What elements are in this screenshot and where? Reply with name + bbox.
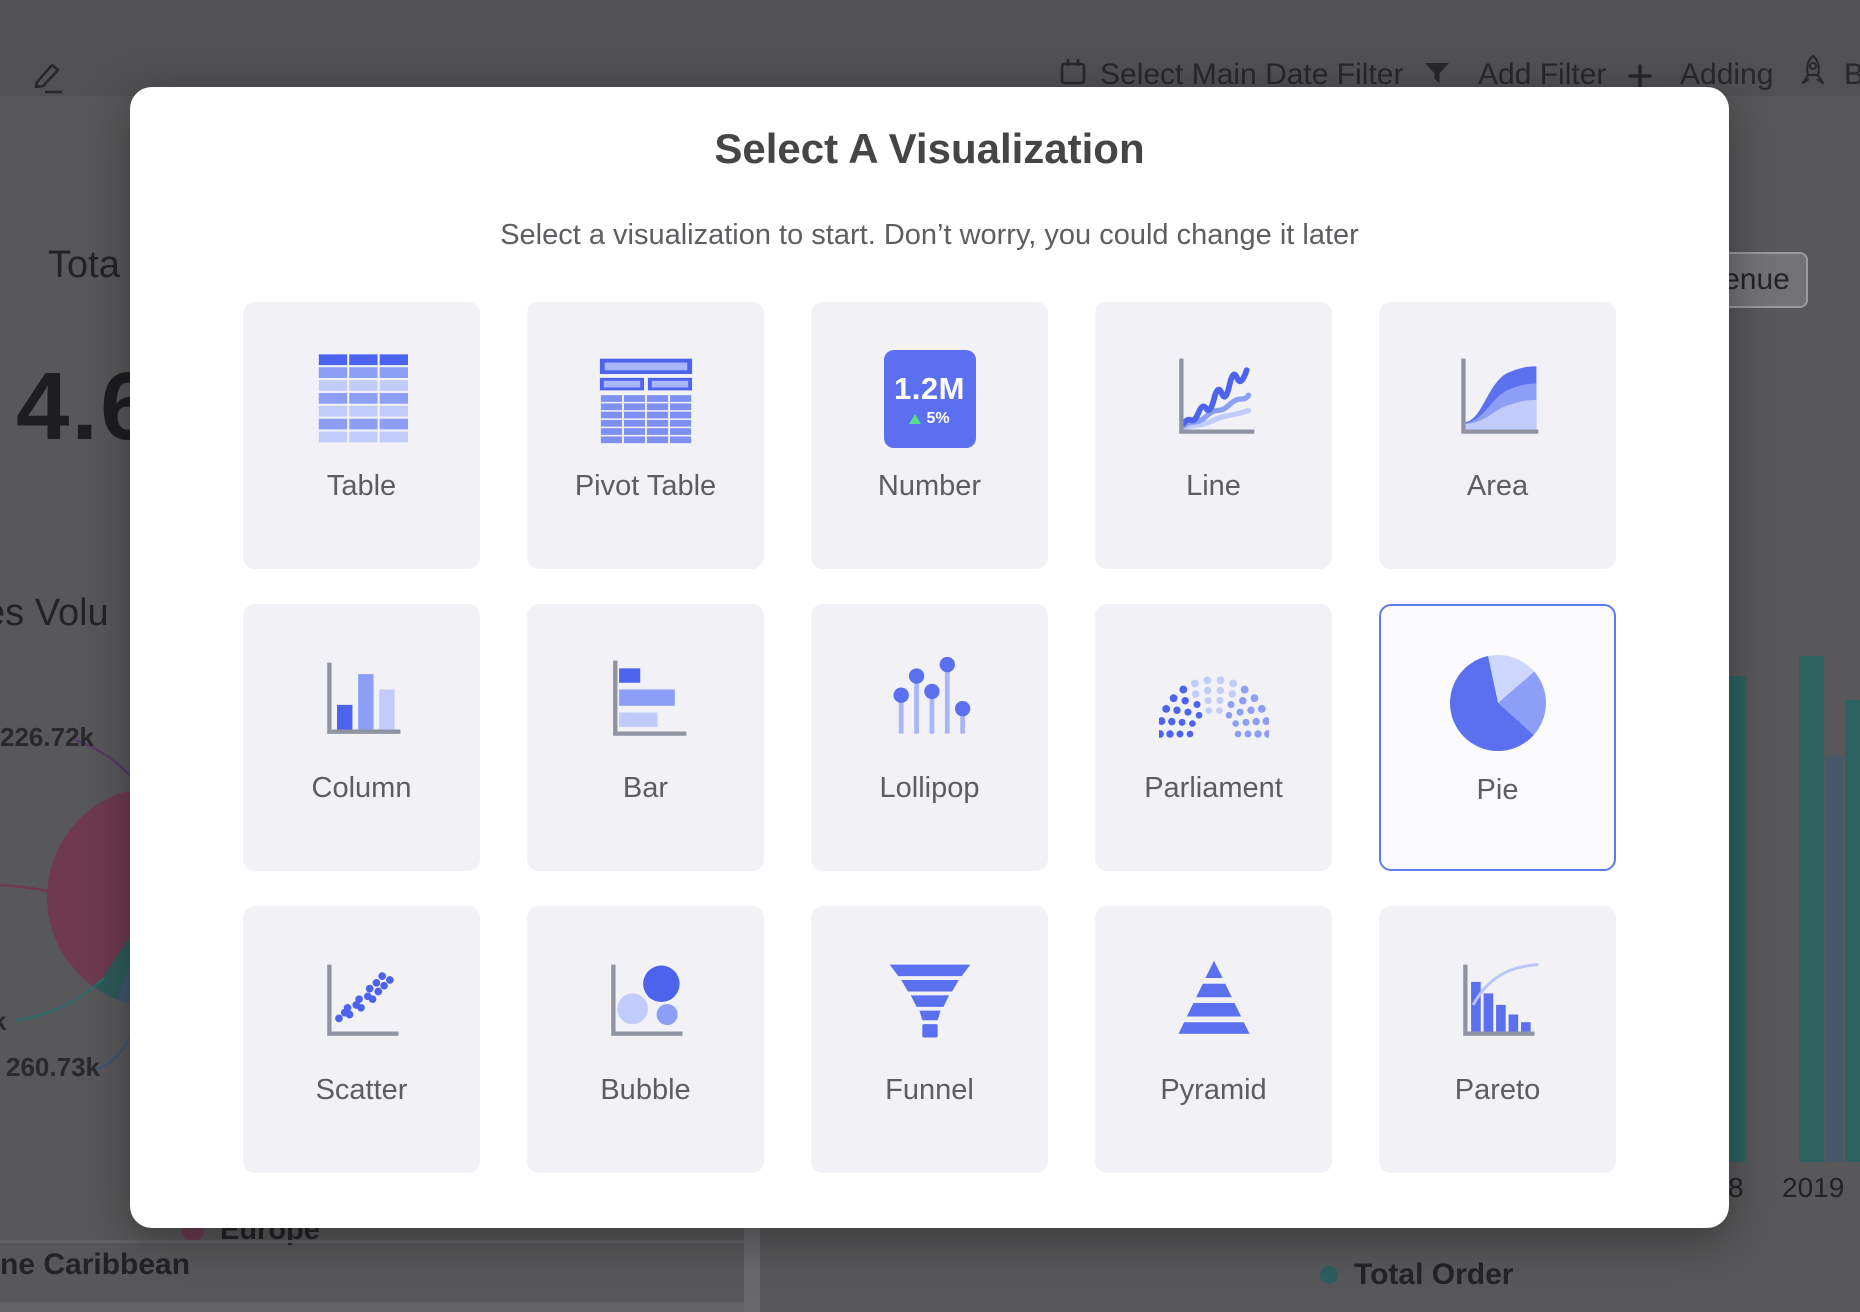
rocket-icon — [1798, 54, 1828, 88]
pie-slice-label-bottom: 260.73k — [6, 1052, 100, 1083]
viz-tile-label: Bar — [527, 772, 764, 805]
viz-tile-label: Pareto — [1379, 1074, 1616, 1107]
teal-bar — [1845, 700, 1860, 1162]
viz-tile-label: Line — [1095, 470, 1332, 503]
legend-label: ne Caribbean — [0, 1248, 190, 1282]
viz-tile-pie[interactable]: Pie — [1379, 604, 1616, 871]
viz-tile-label: Number — [811, 470, 1048, 503]
viz-tile-label: Scatter — [243, 1074, 480, 1107]
legend-item-total-order[interactable]: Total Order — [1320, 1258, 1513, 1292]
pareto-chart-icon — [1379, 948, 1616, 1058]
viz-tile-label: Bubble — [527, 1074, 764, 1107]
viz-tile-table[interactable]: Table — [243, 302, 480, 569]
line-chart-icon — [1095, 344, 1332, 454]
legend-label: Total Order — [1354, 1258, 1513, 1292]
column-chart-icon — [243, 646, 480, 756]
plus-icon — [1628, 64, 1652, 88]
number-icon: 1.2M 5% — [811, 344, 1048, 454]
modal-subtitle: Select a visualization to start. Don’t w… — [130, 219, 1729, 252]
panel-border — [0, 1302, 744, 1312]
lollipop-chart-icon — [811, 646, 1048, 756]
pie-chart-icon — [1381, 648, 1614, 758]
viz-tile-pareto[interactable]: Pareto — [1379, 906, 1616, 1173]
legend-item-caribbean[interactable]: ne Caribbean — [0, 1248, 190, 1282]
viz-tile-label: Funnel — [811, 1074, 1048, 1107]
viz-tile-parliament[interactable]: Parliament — [1095, 604, 1332, 871]
scatter-chart-icon — [243, 948, 480, 1058]
viz-tile-pivot-table[interactable]: Pivot Table — [527, 302, 764, 569]
steel-bar — [1825, 756, 1843, 1162]
x-axis-label-2019: 2019 — [1782, 1172, 1844, 1204]
viz-tile-number[interactable]: 1.2M 5% Number — [811, 302, 1048, 569]
x-axis-label-2018-fragment: 8 — [1728, 1172, 1744, 1204]
pyramid-chart-icon — [1095, 948, 1332, 1058]
viz-tile-line[interactable]: Line — [1095, 302, 1332, 569]
modal-title: Select A Visualization — [130, 125, 1729, 173]
area-chart-icon — [1379, 344, 1616, 454]
viz-tile-bubble[interactable]: Bubble — [527, 906, 764, 1173]
viz-tile-bar[interactable]: Bar — [527, 604, 764, 871]
select-visualization-modal: Select A Visualization Select a visualiz… — [130, 87, 1729, 1228]
parliament-chart-icon — [1095, 646, 1332, 756]
bubble-chart-icon — [527, 948, 764, 1058]
visualization-grid: Table Pivot Table 1.2M — [243, 302, 1616, 1173]
viz-tile-label: Parliament — [1095, 772, 1332, 805]
bar-chart-icon — [527, 646, 764, 756]
viz-tile-label: Pyramid — [1095, 1074, 1332, 1107]
filter-icon — [1424, 62, 1450, 86]
up-arrow-icon — [909, 414, 921, 424]
pie-slice-label-top: 226.72k — [0, 722, 94, 753]
edit-pencil-icon[interactable] — [30, 56, 66, 96]
viz-tile-label: Table — [243, 470, 480, 503]
number-icon-value: 1.2M — [894, 371, 965, 407]
pie-slice-label-mid: k — [0, 1006, 6, 1037]
number-icon-delta: 5% — [926, 410, 949, 428]
viz-tile-label: Pivot Table — [527, 470, 764, 503]
viz-tile-label: Lollipop — [811, 772, 1048, 805]
teal-bar — [1799, 656, 1824, 1162]
viz-tile-column[interactable]: Column — [243, 604, 480, 871]
calendar-icon — [1060, 58, 1086, 86]
viz-tile-funnel[interactable]: Funnel — [811, 906, 1048, 1173]
panel-divider — [744, 1228, 760, 1312]
kpi-title-fragment: Tota — [48, 244, 120, 287]
table-icon — [243, 344, 480, 454]
viz-tile-label: Column — [243, 772, 480, 805]
viz-tile-area[interactable]: Area — [1379, 302, 1616, 569]
section-title-fragment: es Volu — [0, 592, 109, 635]
legend-dot — [1320, 1266, 1338, 1284]
viz-tile-lollipop[interactable]: Lollipop — [811, 604, 1048, 871]
viz-tile-scatter[interactable]: Scatter — [243, 906, 480, 1173]
viz-tile-label: Pie — [1381, 774, 1614, 807]
pivot-table-icon — [527, 344, 764, 454]
panel-border — [0, 1240, 744, 1243]
viz-tile-label: Area — [1379, 470, 1616, 503]
funnel-chart-icon — [811, 948, 1048, 1058]
viz-tile-pyramid[interactable]: Pyramid — [1095, 906, 1332, 1173]
toolbar-clipped-item[interactable]: B — [1844, 58, 1860, 92]
